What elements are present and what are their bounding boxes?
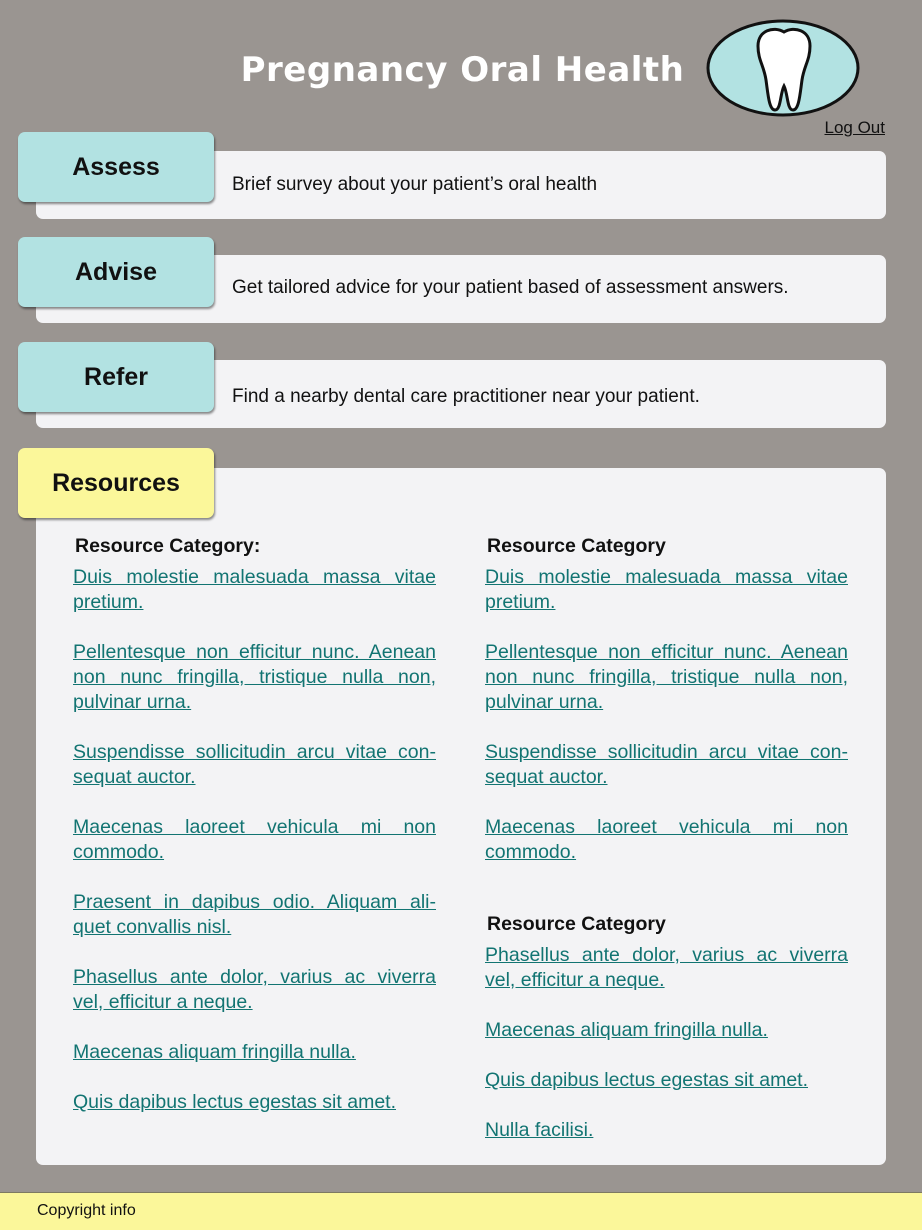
resource-link[interactable]: Duis molestie malesuada massa vitae pret… (73, 565, 436, 615)
footer: Copyright info (0, 1192, 922, 1230)
resource-link[interactable]: Praesent in dapibus odio. Aliquam ali-qu… (73, 890, 436, 940)
resource-link[interactable]: Maecenas laoreet vehicula mi non commodo… (485, 815, 848, 865)
copyright-text: Copyright info (37, 1202, 136, 1219)
advise-description: Get tailored advice for your patient bas… (232, 277, 789, 298)
resource-category-heading: Resource Category (487, 913, 666, 935)
resource-link[interactable]: Maecenas laoreet vehicula mi non commodo… (73, 815, 436, 865)
refer-button[interactable]: Refer (18, 342, 214, 412)
logout-link[interactable]: Log Out (825, 118, 886, 138)
refer-description: Find a nearby dental care practitioner n… (232, 386, 700, 407)
page-title: Pregnancy Oral Health (240, 50, 685, 90)
assess-button[interactable]: Assess (18, 132, 214, 202)
resource-link[interactable]: Phasellus ante dolor, varius ac viverra … (73, 965, 436, 1015)
tooth-icon (706, 19, 860, 117)
resources-button[interactable]: Resources (18, 448, 214, 518)
resource-link[interactable]: Maecenas aliquam fringilla nulla. (73, 1040, 436, 1065)
resource-column-3: Resource Category Phasellus ante dolor, … (485, 912, 848, 1168)
resource-category-heading: Resource Category: (75, 535, 261, 557)
resource-link[interactable]: Maecenas aliquam fringilla nulla. (485, 1018, 848, 1043)
resource-link[interactable]: Pellentesque non efficitur nunc. Aenean … (73, 640, 436, 715)
resource-link[interactable]: Phasellus ante dolor, varius ac viverra … (485, 943, 848, 993)
resource-link[interactable]: Quis dapibus lectus egestas sit amet. (73, 1090, 436, 1115)
resource-link[interactable]: Pellentesque non efficitur nunc. Aenean … (485, 640, 848, 715)
resource-column-2: Resource Category Duis molestie malesuad… (485, 534, 848, 890)
resources-card: Resource Category: Duis molestie malesua… (36, 468, 886, 1165)
advise-button[interactable]: Advise (18, 237, 214, 307)
resource-link[interactable]: Suspendisse sollicitudin arcu vitae con-… (73, 740, 436, 790)
resource-link[interactable]: Quis dapibus lectus egestas sit amet. (485, 1068, 848, 1093)
resource-category-heading: Resource Category (487, 535, 666, 557)
resource-link[interactable]: Nulla facilisi. (485, 1118, 848, 1143)
assess-description: Brief survey about your patient’s oral h… (232, 174, 598, 195)
resource-column-1: Resource Category: Duis molestie malesua… (73, 534, 436, 1140)
resource-link[interactable]: Duis molestie malesuada massa vitae pret… (485, 565, 848, 615)
resource-link[interactable]: Suspendisse sollicitudin arcu vitae con-… (485, 740, 848, 790)
